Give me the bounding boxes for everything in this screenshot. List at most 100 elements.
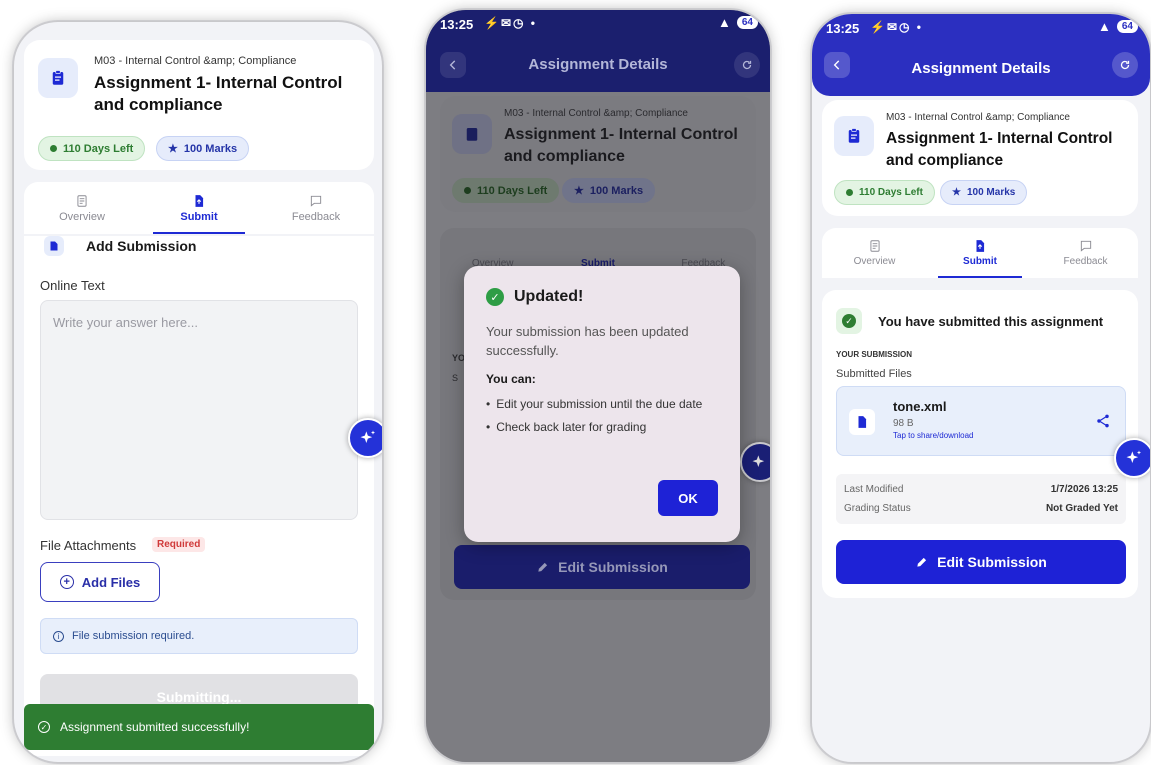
list-item: • Edit your submission until the due date — [486, 397, 703, 411]
file-icon — [849, 409, 875, 435]
submission-details: Last Modified 1/7/2026 13:25 Grading Sta… — [836, 474, 1126, 524]
success-toast: ✓ Assignment submitted successfully! — [24, 704, 374, 750]
document-icon — [77, 194, 87, 207]
upload-file-icon — [195, 194, 204, 207]
sparkle-icon — [752, 455, 765, 467]
required-badge: Required — [152, 537, 206, 552]
info-icon: i — [53, 630, 64, 642]
submitted-files-label: Submitted Files — [836, 368, 912, 380]
sparkle-icon — [360, 430, 376, 443]
file-hint: Tap to share/download — [893, 431, 974, 440]
battery-badge: 64 — [1116, 20, 1138, 33]
ai-assistant-button[interactable] — [1114, 438, 1150, 478]
tab-bar: Overview Submit Feedback — [822, 228, 1138, 278]
star-icon: ★ — [168, 143, 178, 155]
pencil-icon — [917, 557, 927, 567]
days-left-badge: 110 Days Left — [834, 180, 935, 205]
clipboard-icon — [452, 114, 492, 154]
edit-submission-button[interactable]: Edit Submission — [454, 545, 750, 589]
comment-icon — [1080, 240, 1091, 252]
check-circle-icon: ✓ — [836, 308, 862, 334]
refresh-button[interactable] — [1112, 52, 1138, 78]
marks-badge: ★ 100 Marks — [156, 136, 250, 161]
online-text-input[interactable]: Write your answer here... — [40, 300, 358, 520]
grading-status-value: Not Graded Yet — [1045, 503, 1118, 514]
online-text-label: Online Text — [40, 278, 105, 293]
assignment-header-card: M03 - Internal Control &amp; Compliance … — [822, 100, 1138, 216]
chevron-left-icon — [833, 60, 840, 70]
submission-form-card: Add Submission Online Text Write your an… — [24, 236, 374, 756]
star-icon: ★ — [574, 185, 584, 197]
edit-document-icon — [44, 236, 64, 256]
assignment-title: Assignment 1- Internal Control and compli… — [504, 126, 738, 165]
days-left-badge: 110 Days Left — [452, 178, 560, 203]
marks-badge: ★ 100 Marks — [562, 178, 656, 203]
page-title: Assignment Details — [911, 59, 1051, 77]
update-dialog: ✓ Updated! Your submission has been upda… — [464, 266, 740, 542]
file-name: tone.xml — [893, 399, 947, 414]
edit-submission-button[interactable]: Edit Submission — [836, 540, 1126, 584]
notification-icons: ⚡✉◷ • — [870, 20, 924, 34]
submission-status-card: ✓ You have submitted this assignment YOU… — [822, 290, 1138, 598]
status-bar: 13:25 ⚡✉◷ • ▲ 64 — [426, 10, 770, 38]
star-icon: ★ — [952, 187, 961, 198]
signal-icon: ▲ — [1098, 19, 1111, 34]
ok-button[interactable]: OK — [658, 480, 718, 516]
notification-icons: ⚡✉◷ • — [484, 16, 538, 30]
phone-screen-add-submission: M03 - Internal Control &amp; Compliance … — [14, 22, 382, 762]
tab-submit[interactable]: Submit — [141, 182, 257, 234]
status-dot-icon — [50, 145, 57, 152]
list-item: • Check back later for grading — [486, 420, 647, 434]
ai-assistant-button[interactable] — [348, 418, 382, 458]
tab-submit[interactable]: Submit — [927, 228, 1033, 278]
grading-status-label: Grading Status — [844, 503, 911, 514]
refresh-icon — [742, 60, 752, 70]
assignment-header-card: M03 - Internal Control &amp; Compliance … — [24, 40, 374, 170]
share-icon[interactable] — [1095, 413, 1111, 434]
pencil-icon — [538, 562, 548, 572]
upload-file-icon — [976, 240, 985, 252]
dialog-message: Your submission has been updated success… — [486, 324, 689, 358]
page-title: Assignment Details — [528, 55, 668, 73]
info-banner: i File submission required. — [40, 618, 358, 654]
plus-circle-icon: + — [59, 575, 74, 589]
section-title: Add Submission — [86, 238, 197, 254]
tab-feedback[interactable]: Feedback — [1033, 228, 1138, 278]
marks-badge: ★ 100 Marks — [940, 180, 1028, 205]
dialog-title: Updated! — [514, 288, 584, 305]
course-name: M03 - Internal Control &amp; Compliance — [504, 108, 688, 119]
course-name: M03 - Internal Control &amp; Compliance — [886, 112, 1070, 123]
clipboard-icon — [834, 116, 874, 156]
phone-screen-submitted: 13:25 ⚡✉◷ • ▲ 64 Assignment Details M03 - … — [812, 14, 1150, 762]
battery-badge: 64 — [736, 16, 758, 29]
check-circle-icon: ✓ — [38, 721, 50, 733]
phone-screen-update-dialog: 13:25 ⚡✉◷ • ▲ 64 Assignment Details M03 - … — [426, 10, 770, 762]
submitted-files-label: S — [452, 373, 459, 383]
assignment-title: Assignment 1- Internal Control and compli… — [886, 130, 1113, 169]
check-circle-icon: ✓ — [486, 288, 504, 306]
your-submission-label: YOUR SUBMISSION — [836, 350, 913, 359]
document-icon — [869, 240, 880, 252]
file-attachments-label: File Attachments — [40, 538, 137, 553]
you-can-label: You can: — [486, 372, 536, 386]
assignment-title: Assignment 1- Internal Control and compli… — [94, 73, 343, 114]
submitted-file-item[interactable]: tone.xml 98 B Tap to share/download — [836, 386, 1126, 456]
refresh-button[interactable] — [734, 52, 760, 78]
add-files-button[interactable]: + Add Files — [40, 562, 160, 602]
back-button[interactable] — [440, 52, 466, 78]
comment-icon — [310, 195, 322, 207]
tab-overview[interactable]: Overview — [24, 182, 140, 234]
back-button[interactable] — [824, 52, 850, 78]
tab-bar: Overview Submit Feedback — [24, 182, 374, 234]
signal-icon: ▲ — [718, 15, 731, 30]
refresh-icon — [1120, 60, 1130, 70]
course-name: M03 - Internal Control &amp; Compliance — [94, 55, 297, 67]
last-modified-value: 1/7/2026 13:25 — [1050, 484, 1118, 495]
status-bar: 13:25 ⚡✉◷ • ▲ 64 — [812, 14, 1150, 42]
clipboard-icon — [38, 58, 78, 98]
file-size: 98 B — [893, 418, 914, 429]
assignment-header-card: M03 - Internal Control &amp; Compliance … — [440, 96, 756, 212]
submitted-banner: You have submitted this assignment — [878, 314, 1104, 329]
tab-feedback[interactable]: Feedback — [258, 182, 374, 234]
tab-overview[interactable]: Overview — [822, 228, 927, 278]
